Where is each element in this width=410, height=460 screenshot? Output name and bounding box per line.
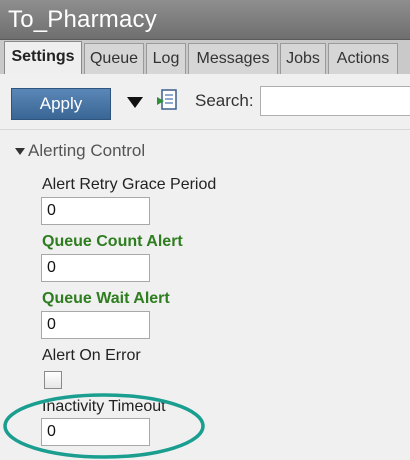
alert-on-error-checkbox[interactable]: [44, 371, 62, 389]
tab-settings[interactable]: Settings: [4, 41, 82, 75]
tab-bar: Settings Queue Log Messages Jobs Actions: [0, 40, 410, 75]
toolbar: Apply Search:: [0, 74, 410, 130]
tab-jobs[interactable]: Jobs: [280, 43, 326, 74]
tab-log[interactable]: Log: [146, 43, 186, 74]
tab-actions[interactable]: Actions: [328, 43, 398, 74]
search-input[interactable]: [260, 86, 410, 116]
queue-count-input[interactable]: [41, 254, 150, 282]
queue-count-label: Queue Count Alert: [42, 233, 183, 250]
section-title: Alerting Control: [28, 141, 146, 160]
export-document-icon[interactable]: [155, 87, 181, 113]
tab-messages[interactable]: Messages: [188, 43, 278, 74]
settings-panel: Alerting Control Alert Retry Grace Perio…: [0, 130, 410, 460]
queue-wait-input[interactable]: [41, 311, 150, 339]
inactivity-timeout-label: Inactivity Timeout: [42, 398, 166, 415]
apply-button[interactable]: Apply: [11, 88, 111, 120]
alert-retry-label: Alert Retry Grace Period: [42, 176, 217, 193]
window: To_Pharmacy Settings Queue Log Messages …: [0, 0, 410, 460]
search-label: Search:: [195, 91, 254, 110]
alert-on-error-label: Alert On Error: [42, 347, 141, 364]
alert-retry-input[interactable]: [41, 197, 150, 225]
inactivity-timeout-input[interactable]: [41, 418, 150, 446]
window-title: To_Pharmacy: [8, 6, 157, 33]
caret-down-icon: [14, 140, 28, 162]
triangle-down-icon[interactable]: [125, 92, 145, 112]
queue-wait-label: Queue Wait Alert: [42, 290, 170, 307]
title-bar: To_Pharmacy: [0, 0, 410, 40]
tab-queue[interactable]: Queue: [84, 43, 144, 74]
panel-edge: [404, 130, 410, 460]
section-alerting-control[interactable]: Alerting Control: [14, 140, 145, 162]
